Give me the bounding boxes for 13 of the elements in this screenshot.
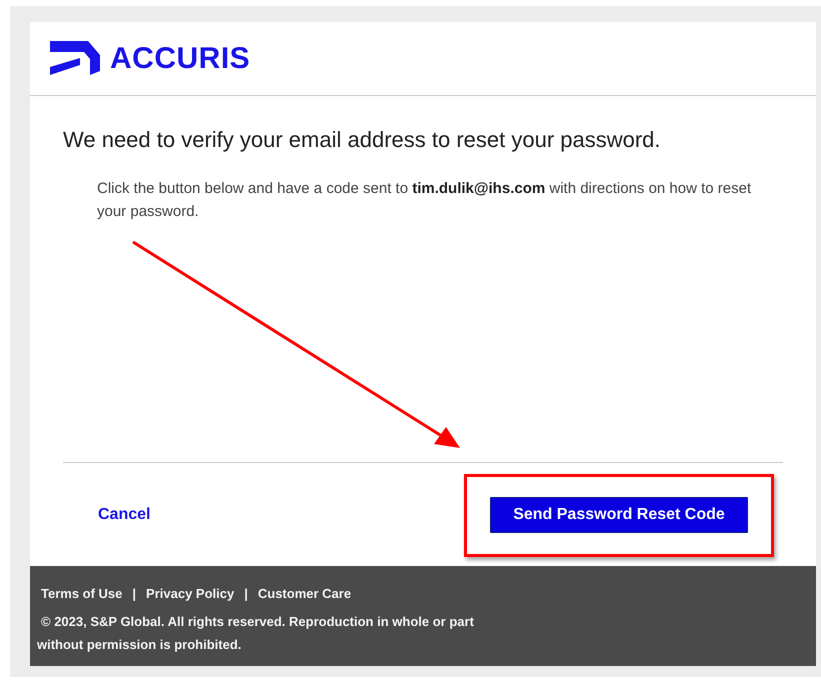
logo-icon <box>50 40 100 76</box>
cancel-link[interactable]: Cancel <box>98 502 150 527</box>
footer-link[interactable]: Terms of Use <box>41 584 122 604</box>
footer-link[interactable]: Customer Care <box>258 584 352 604</box>
copyright-text: without permission is prohibited. <box>37 636 242 654</box>
send-code-button[interactable]: Send Password Reset Code <box>490 496 748 533</box>
copyright-text: © 2023, S&P Global. All rights reserved. Reproduction in whole or part <box>41 612 475 631</box>
separator-text: | <box>244 585 248 603</box>
logo-text: ACCURIS <box>110 44 250 74</box>
instruction-text: Click the button below and have a code sent to tim.dulik@ihs.com with directions on how to reset your password. <box>97 178 752 222</box>
separator-text: | <box>132 585 136 603</box>
page-heading: We need to verify your email address to reset your password. <box>63 126 662 154</box>
footer-link[interactable]: Privacy Policy <box>146 584 234 604</box>
